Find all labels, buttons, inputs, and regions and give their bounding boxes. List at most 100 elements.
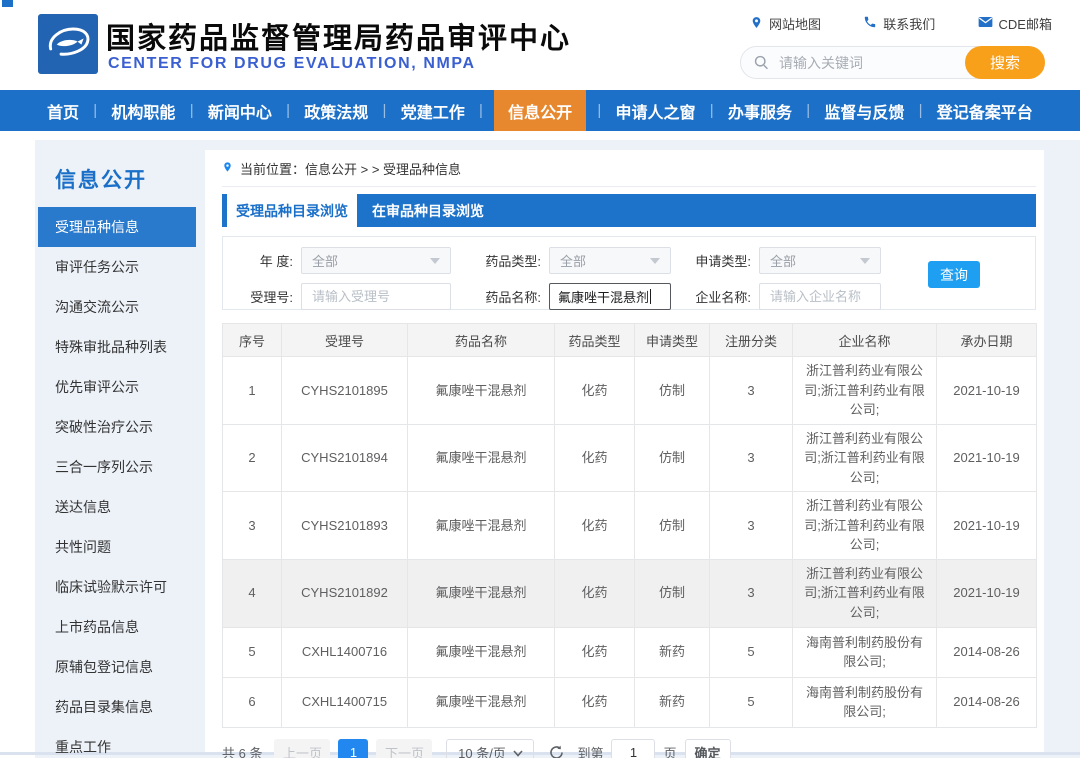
sidebar-item-three-in-one[interactable]: 三合一序列公示	[38, 447, 196, 487]
sidebar-item-delivery-info[interactable]: 送达信息	[38, 487, 196, 527]
query-button[interactable]: 查询	[928, 261, 980, 288]
page-unit-label: 页	[663, 745, 677, 758]
phone-icon	[863, 15, 877, 32]
corner-mark	[2, 0, 13, 7]
drug-name-input[interactable]: 氟康唑干混悬剂	[549, 283, 671, 310]
sidebar-item-special-approval[interactable]: 特殊审批品种列表	[38, 327, 196, 367]
table-cell: 化药	[554, 356, 635, 425]
cde-mail-link[interactable]: CDE邮箱	[978, 14, 1052, 33]
table-cell: CXHL1400715	[281, 676, 408, 728]
sidebar-item-excipients-registration[interactable]: 原辅包登记信息	[38, 647, 196, 687]
page-size-select[interactable]: 10 条/页	[446, 738, 535, 758]
table-cell: 化药	[554, 626, 635, 678]
table-cell: 新药	[634, 626, 710, 678]
pagination: 共 6 条 上一页 1 下一页 10 条/页 到第 页 确定	[222, 738, 1036, 758]
table-row: 1 CYHS2101895 氟康唑干混悬剂 化药 仿制 3 浙江普利药业有限公司…	[222, 356, 1037, 425]
table-cell: CYHS2101892	[281, 558, 408, 628]
nav-separator: |	[93, 102, 98, 119]
nav-item-news[interactable]: 新闻中心	[205, 90, 275, 131]
table-cell: 3	[709, 356, 793, 425]
nav-separator: |	[597, 102, 602, 119]
table-cell: 氟康唑干混悬剂	[407, 626, 555, 678]
drug-type-label: 药品类型:	[485, 254, 541, 269]
main-content: 当前位置：信息公开 > > 受理品种信息 受理品种目录浏览 在审品种目录浏览 年…	[205, 150, 1044, 758]
sidebar-item-common-issues[interactable]: 共性问题	[38, 527, 196, 567]
nav-item-party[interactable]: 党建工作	[398, 90, 468, 131]
sidebar-item-priority-review[interactable]: 优先审评公示	[38, 367, 196, 407]
sidebar-item-key-work[interactable]: 重点工作	[38, 727, 196, 758]
sidebar-item-accepted-products[interactable]: 受理品种信息	[38, 207, 196, 247]
breadcrumb: 当前位置：信息公开 > > 受理品种信息	[222, 150, 1036, 187]
apply-type-select[interactable]: 全部	[759, 247, 881, 274]
sitemap-link[interactable]: 网站地图	[750, 14, 821, 33]
sidebar-item-clinical-trial-license[interactable]: 临床试验默示许可	[38, 567, 196, 607]
search-icon	[753, 54, 770, 76]
table-cell: 氟康唑干混悬剂	[407, 491, 555, 560]
table-cell: 氟康唑干混悬剂	[407, 558, 555, 628]
page-number-1[interactable]: 1	[338, 738, 369, 758]
nav-separator: |	[478, 102, 483, 119]
next-page-button[interactable]: 下一页	[376, 738, 433, 758]
tab-accepted-catalog[interactable]: 受理品种目录浏览	[227, 194, 357, 227]
nav-item-policies[interactable]: 政策法规	[301, 90, 371, 131]
table-cell: CYHS2101895	[281, 356, 408, 425]
table-cell: 2	[222, 423, 282, 492]
table-cell: 仿制	[634, 558, 710, 628]
chevron-down-icon	[430, 257, 440, 264]
sidebar-item-drug-catalog[interactable]: 药品目录集信息	[38, 687, 196, 727]
nav-item-services[interactable]: 办事服务	[725, 90, 795, 131]
table-cell: 5	[709, 676, 793, 728]
contact-link[interactable]: 联系我们	[863, 14, 935, 33]
nav-item-home[interactable]: 首页	[44, 90, 82, 131]
chevron-down-icon	[513, 745, 523, 758]
column-header: 药品名称	[407, 323, 555, 357]
table-cell: 3	[709, 423, 793, 492]
table-header-row: 序号 受理号 药品名称 药品类型 申请类型 注册分类 企业名称 承办日期	[222, 323, 1037, 357]
sidebar: 信息公开 受理品种信息 审评任务公示 沟通交流公示 特殊审批品种列表 优先审评公…	[38, 147, 196, 758]
acceptance-no-input[interactable]	[301, 283, 451, 310]
sidebar-item-communication[interactable]: 沟通交流公示	[38, 287, 196, 327]
nav-item-supervision[interactable]: 监督与反馈	[821, 90, 907, 131]
nav-item-applicant-window[interactable]: 申请人之窗	[613, 90, 699, 131]
table-cell: 化药	[554, 423, 635, 492]
confirm-button[interactable]: 确定	[684, 738, 731, 758]
table-row: 5 CXHL1400716 氟康唑干混悬剂 化药 新药 5 海南普利制药股份有限…	[222, 626, 1037, 678]
drug-name-label: 药品名称:	[485, 290, 541, 305]
nav-item-registration-platform[interactable]: 登记备案平台	[934, 90, 1036, 131]
main-nav: 首页 | 机构职能 | 新闻中心 | 政策法规 | 党建工作 | 信息公开 | …	[0, 90, 1080, 131]
table-cell: 5	[709, 626, 793, 678]
table-cell: 6	[222, 676, 282, 728]
fish-logo-icon	[42, 16, 94, 73]
drug-type-select[interactable]: 全部	[549, 247, 671, 274]
company-name-input[interactable]	[759, 283, 881, 310]
sidebar-item-review-tasks[interactable]: 审评任务公示	[38, 247, 196, 287]
refresh-icon[interactable]	[548, 744, 565, 758]
sidebar-item-marketed-drugs[interactable]: 上市药品信息	[38, 607, 196, 647]
column-header: 受理号	[281, 323, 408, 357]
year-label: 年 度:	[259, 254, 293, 269]
nav-item-functions[interactable]: 机构职能	[108, 90, 178, 131]
tab-bar: 受理品种目录浏览 在审品种目录浏览	[222, 194, 1036, 227]
table-cell: 2021-10-19	[936, 423, 1037, 492]
table-cell: 2021-10-19	[936, 356, 1037, 425]
search-button[interactable]: 搜索	[965, 46, 1045, 79]
breadcrumb-text: 当前位置：信息公开 > > 受理品种信息	[240, 162, 462, 177]
table-cell: 海南普利制药股份有限公司;	[792, 626, 937, 678]
table-row: 2 CYHS2101894 氟康唑干混悬剂 化药 仿制 3 浙江普利药业有限公司…	[222, 423, 1037, 492]
sidebar-title: 信息公开	[55, 169, 147, 192]
year-select[interactable]: 全部	[301, 247, 451, 274]
column-header: 申请类型	[634, 323, 710, 357]
table-cell: 1	[222, 356, 282, 425]
cde-logo	[38, 14, 98, 74]
sidebar-item-breakthrough-therapy[interactable]: 突破性治疗公示	[38, 407, 196, 447]
column-header: 承办日期	[936, 323, 1037, 357]
nav-item-info-disclosure[interactable]: 信息公开	[494, 90, 587, 131]
nav-separator: |	[286, 102, 291, 119]
table-cell: 5	[222, 626, 282, 678]
goto-page-input[interactable]	[611, 738, 656, 758]
tab-under-review-catalog[interactable]: 在审品种目录浏览	[357, 194, 499, 227]
map-pin-icon	[750, 15, 763, 33]
prev-page-button[interactable]: 上一页	[274, 738, 331, 758]
mail-icon	[978, 16, 993, 31]
total-count: 共 6 条	[222, 745, 263, 758]
